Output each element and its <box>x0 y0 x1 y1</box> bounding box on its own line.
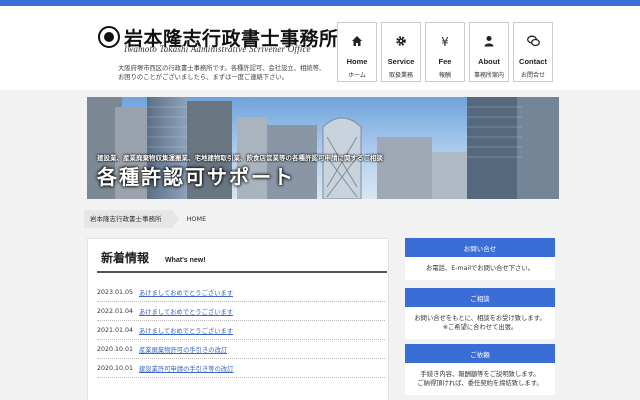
nav-service-label: Service <box>387 57 415 66</box>
sidebar-heading: お問い合せ <box>405 238 555 257</box>
news-date: 2020.10.01 <box>97 345 134 353</box>
nav-home-sublabel: ホーム <box>348 72 366 79</box>
news-item: 2020.10.01 建設業許可申請の手引き等の改訂 <box>97 359 385 378</box>
breadcrumb-arrow <box>171 210 179 228</box>
sidebar-text: 手続き内容、報酬額等をご説明致します。 <box>420 371 540 378</box>
sidebar-body: 手続き内容、報酬額等をご説明致します。 ご納得頂ければ、委任契約を締結致します。 <box>405 363 555 395</box>
news-item: 2020.10.01 産業廃棄物許可の手引きの改訂 <box>97 340 385 359</box>
breadcrumb-home-link[interactable]: 岩本隆志行政書士事務所 <box>84 210 172 228</box>
breadcrumb: 岩本隆志行政書士事務所 HOME <box>84 210 206 228</box>
main-nav: Home ホーム Service 取扱業務 ¥ Fee 報酬 About 事務所… <box>337 22 553 82</box>
user-icon <box>483 35 495 49</box>
news-header: 新着情報 What's new! <box>97 249 387 273</box>
news-item: 2022.01.04 あけましておめでとうございます <box>97 302 385 321</box>
sidebar-body: お問い合せをもとに、相談をお受け致します。 ※ご希望に合わせて出張。 <box>405 307 555 339</box>
nav-about-label: About <box>478 57 500 66</box>
news-item: 2021.01.04 あけましておめでとうございます <box>97 321 385 340</box>
home-icon <box>351 35 363 49</box>
nav-service[interactable]: Service 取扱業務 <box>381 22 421 82</box>
news-panel: 新着情報 What's new! 2023.01.05 あけましておめでとうござ… <box>87 238 389 400</box>
logo-emblem-icon <box>98 26 120 48</box>
sidebar-heading: ご相談 <box>405 288 555 307</box>
sidebar-text: お問い合せをもとに、相談をお受け致します。 <box>414 315 546 322</box>
logo-english-name: Iwamoto Takashi Administrative Scrivener… <box>124 44 311 54</box>
nav-about-sublabel: 事務所案内 <box>473 72 504 79</box>
sidebar-step-contact: お問い合せ お電話、E-mailでお問い合せ下さい。 <box>405 238 555 280</box>
news-item: 2023.01.05 あけましておめでとうございます <box>97 283 385 302</box>
nav-home[interactable]: Home ホーム <box>337 22 377 82</box>
news-date: 2021.01.04 <box>97 326 134 334</box>
news-subtitle: What's new! <box>165 257 206 264</box>
news-link[interactable]: あけましておめでとうございます <box>139 288 233 297</box>
nav-about[interactable]: About 事務所案内 <box>469 22 509 82</box>
sidebar-heading: ご依頼 <box>405 344 555 363</box>
hero-title: 各種許認可サポート <box>97 165 295 189</box>
hero-banner: 建設業、産業廃棄物収集運搬業、宅地建物取引業、飲食店営業等の各種許認可申請に関す… <box>87 97 559 199</box>
nav-contact[interactable]: Contact お問合せ <box>513 22 553 82</box>
sidebar-step-request: ご依頼 手続き内容、報酬額等をご説明致します。 ご納得頂ければ、委任契約を締結致… <box>405 344 555 395</box>
office-intro-text: 大阪府堺市西区の行政書士事務所です。各種許認可、会社設立、相続等、お困りのことが… <box>118 65 326 81</box>
chat-icon <box>526 35 540 49</box>
news-link[interactable]: あけましておめでとうございます <box>139 326 233 335</box>
sidebar-body: お電話、E-mailでお問い合せ下さい。 <box>405 257 555 280</box>
nav-contact-sublabel: お問合せ <box>520 72 545 79</box>
news-date: 2020.10.01 <box>97 364 134 372</box>
news-date: 2023.01.05 <box>97 288 134 296</box>
site-header: 岩本隆志行政書士事務所 Iwamoto Takashi Administrati… <box>0 6 640 90</box>
sidebar-step-consult: ご相談 お問い合せをもとに、相談をお受け致します。 ※ご希望に合わせて出張。 <box>405 288 555 339</box>
nav-fee-label: Fee <box>438 57 452 66</box>
news-title: 新着情報 <box>101 251 150 265</box>
news-list: 2023.01.05 あけましておめでとうございます 2022.01.04 あけ… <box>97 283 385 378</box>
news-link[interactable]: 産業廃棄物許可の手引きの改訂 <box>139 345 227 354</box>
gear-icon <box>395 35 407 49</box>
nav-fee-sublabel: 報酬 <box>438 72 451 79</box>
news-link[interactable]: あけましておめでとうございます <box>139 307 233 316</box>
breadcrumb-current: HOME <box>186 215 207 223</box>
nav-fee[interactable]: ¥ Fee 報酬 <box>425 22 465 82</box>
news-date: 2022.01.04 <box>97 307 134 315</box>
nav-service-sublabel: 取扱業務 <box>388 72 413 79</box>
nav-contact-label: Contact <box>519 57 547 66</box>
sidebar-text: お電話、E-mailでお問い合せ下さい。 <box>426 265 534 272</box>
news-link[interactable]: 建設業許可申請の手引き等の改訂 <box>139 364 233 373</box>
nav-home-label: Home <box>346 57 368 66</box>
sidebar-text: ※ご希望に合わせて出張。 <box>442 324 518 331</box>
sidebar-text: ご納得頂ければ、委任契約を締結致します。 <box>417 380 543 387</box>
yen-icon: ¥ <box>441 35 449 49</box>
